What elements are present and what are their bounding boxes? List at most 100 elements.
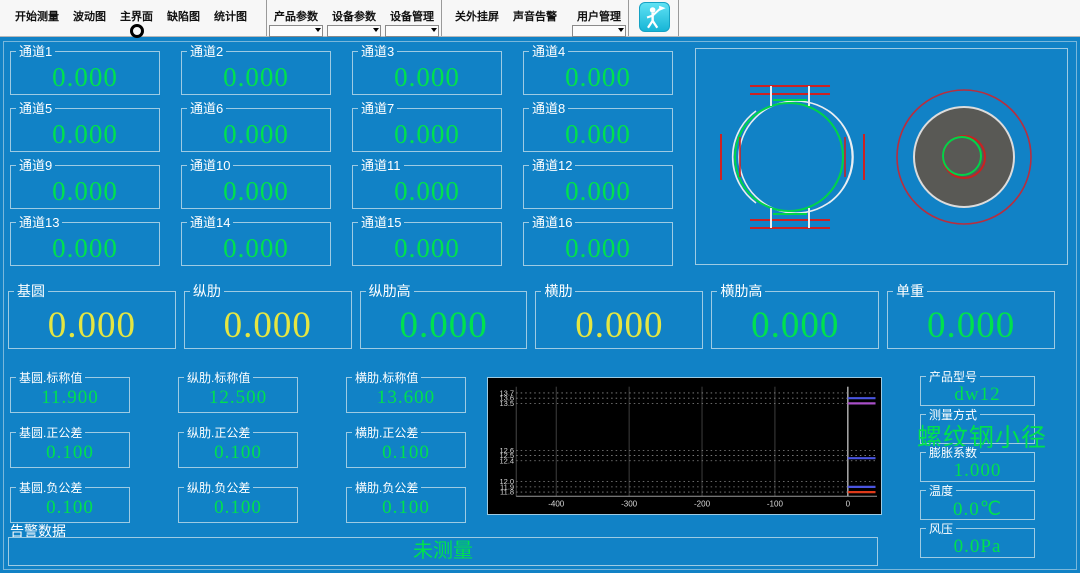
toolbar-group-alerts: 关外挂屏 声音告警 bbox=[448, 8, 564, 24]
parameter-label: 纵肋.正公差 bbox=[184, 426, 253, 441]
product-info-value: 1.000 bbox=[921, 460, 1034, 482]
toolbar-item-label: 波动图 bbox=[73, 11, 106, 23]
toolbar-item[interactable]: 用户管理 bbox=[577, 8, 621, 24]
parameter-box: 横肋.负公差 0.100 bbox=[346, 487, 466, 523]
channel-box: 通道14 0.000 bbox=[181, 222, 331, 266]
svg-text:11.8: 11.8 bbox=[500, 488, 514, 497]
product-info-box: 风压 0.0Pa bbox=[920, 528, 1035, 558]
parameter-box: 基圆.正公差 0.100 bbox=[10, 432, 130, 468]
channel-value: 0.000 bbox=[524, 119, 672, 149]
measurement-value: 0.000 bbox=[185, 305, 351, 347]
svg-text:13.5: 13.5 bbox=[499, 399, 514, 408]
toolbar-item[interactable]: 波动图 bbox=[73, 8, 106, 24]
measurement-label: 横肋 bbox=[541, 284, 575, 299]
parameter-box: 横肋.标称值 13.600 bbox=[346, 377, 466, 413]
channel-box: 通道7 0.000 bbox=[352, 108, 502, 152]
channel-label: 通道7 bbox=[358, 101, 397, 116]
measurement-value: 0.000 bbox=[9, 305, 175, 347]
channel-value: 0.000 bbox=[353, 233, 501, 263]
channel-box: 通道15 0.000 bbox=[352, 222, 502, 266]
product-info-value: dw12 bbox=[921, 384, 1034, 406]
channel-value: 0.000 bbox=[353, 176, 501, 206]
product-info-label: 风压 bbox=[926, 522, 956, 537]
parameter-box: 横肋.正公差 0.100 bbox=[346, 432, 466, 468]
channel-value: 0.000 bbox=[353, 119, 501, 149]
toolbar-separator bbox=[441, 0, 442, 36]
product-info-column: 产品型号 dw12 测量方式 螺纹钢小径 膨胀系数 1.000 温度 0.0℃ … bbox=[920, 376, 1035, 558]
product-info-label: 膨胀系数 bbox=[926, 446, 980, 461]
toolbar-separator bbox=[628, 0, 629, 36]
channel-value: 0.000 bbox=[11, 233, 159, 263]
chevron-down-icon bbox=[373, 28, 379, 35]
measurement-value: 0.000 bbox=[888, 305, 1054, 347]
parameter-value: 12.500 bbox=[179, 387, 297, 409]
product-info-box: 产品型号 dw12 bbox=[920, 376, 1035, 406]
person-flag-glyph bbox=[640, 3, 669, 31]
parameter-value: 0.100 bbox=[347, 442, 465, 464]
chevron-down-icon bbox=[618, 28, 624, 35]
channel-box: 通道3 0.000 bbox=[352, 51, 502, 95]
toolbar-separator bbox=[678, 0, 679, 36]
toolbar-item[interactable]: 主界面 bbox=[120, 8, 153, 24]
measurement-box: 纵肋高 0.000 bbox=[360, 291, 528, 349]
channel-box: 通道16 0.000 bbox=[523, 222, 673, 266]
channel-box: 通道4 0.000 bbox=[523, 51, 673, 95]
channel-box: 通道6 0.000 bbox=[181, 108, 331, 152]
toolbar-item[interactable]: 缺陷图 bbox=[167, 8, 200, 24]
measurement-box: 基圆 0.000 bbox=[8, 291, 176, 349]
channel-value: 0.000 bbox=[11, 119, 159, 149]
toolbar-item[interactable]: 关外挂屏 bbox=[455, 8, 499, 24]
channel-value: 0.000 bbox=[182, 62, 330, 92]
trend-chart: -400-300-200-100013.713.613.512.612.512.… bbox=[487, 377, 882, 515]
channel-label: 通道10 bbox=[187, 158, 233, 173]
chevron-down-icon bbox=[315, 28, 321, 35]
measurement-label: 横肋高 bbox=[717, 284, 765, 299]
channel-box: 通道1 0.000 bbox=[10, 51, 160, 95]
measurement-box: 横肋 0.000 bbox=[535, 291, 703, 349]
measure-person-flag-icon[interactable] bbox=[639, 2, 670, 32]
active-page-indicator bbox=[130, 24, 144, 38]
svg-text:-400: -400 bbox=[548, 499, 565, 508]
toolbar-item[interactable]: 统计图 bbox=[214, 8, 247, 24]
toolbar-item[interactable]: 产品参数 bbox=[274, 8, 318, 24]
channel-label: 通道11 bbox=[358, 158, 404, 173]
product-info-label: 测量方式 bbox=[926, 408, 980, 423]
parameter-box: 基圆.标称值 11.900 bbox=[10, 377, 130, 413]
toolbar-item-label: 声音告警 bbox=[513, 11, 557, 23]
channel-box: 通道13 0.000 bbox=[10, 222, 160, 266]
measurement-status-text: 未测量 bbox=[413, 540, 473, 562]
channel-value: 0.000 bbox=[182, 176, 330, 206]
parameter-value: 13.600 bbox=[347, 387, 465, 409]
measurement-box: 横肋高 0.000 bbox=[711, 291, 879, 349]
channel-value: 0.000 bbox=[524, 233, 672, 263]
svg-text:0: 0 bbox=[846, 499, 851, 508]
toolbar-group-user: 用户管理 bbox=[570, 8, 628, 24]
channel-label: 通道4 bbox=[529, 44, 568, 59]
toolbar-group-views: 开始测量 波动图 主界面 缺陷图 bbox=[8, 8, 254, 24]
channel-grid: 通道1 0.000 通道2 0.000 通道3 0.000 通道4 0.000 … bbox=[10, 51, 673, 266]
toolbar-dropdown[interactable] bbox=[327, 25, 381, 37]
chevron-down-icon bbox=[431, 28, 437, 35]
toolbar-dropdown[interactable] bbox=[572, 25, 626, 37]
channel-label: 通道5 bbox=[16, 101, 55, 116]
parameter-label: 横肋.标称值 bbox=[352, 371, 421, 386]
toolbar-item[interactable]: 设备参数 bbox=[332, 8, 376, 24]
toolbar-item-label: 主界面 bbox=[120, 11, 153, 23]
alarm-data-box: 未测量 bbox=[8, 537, 878, 566]
channel-value: 0.000 bbox=[182, 119, 330, 149]
channel-value: 0.000 bbox=[524, 62, 672, 92]
toolbar-dropdown[interactable] bbox=[385, 25, 439, 37]
rebar-diagrams bbox=[696, 49, 1067, 264]
toolbar-item[interactable]: 开始测量 bbox=[15, 8, 59, 24]
toolbar-item[interactable]: 设备管理 bbox=[390, 8, 434, 24]
toolbar-item[interactable]: 声音告警 bbox=[513, 8, 557, 24]
channel-value: 0.000 bbox=[353, 62, 501, 92]
measurement-value: 0.000 bbox=[536, 305, 702, 347]
product-info-label: 温度 bbox=[926, 484, 956, 499]
channel-label: 通道2 bbox=[187, 44, 226, 59]
parameter-value: 0.100 bbox=[347, 497, 465, 519]
toolbar-item-label: 开始测量 bbox=[15, 11, 59, 23]
parameter-grid: 基圆.标称值 11.900 纵肋.标称值 12.500 横肋.标称值 13.60… bbox=[10, 377, 466, 523]
toolbar-dropdown[interactable] bbox=[269, 25, 323, 37]
channel-label: 通道3 bbox=[358, 44, 397, 59]
